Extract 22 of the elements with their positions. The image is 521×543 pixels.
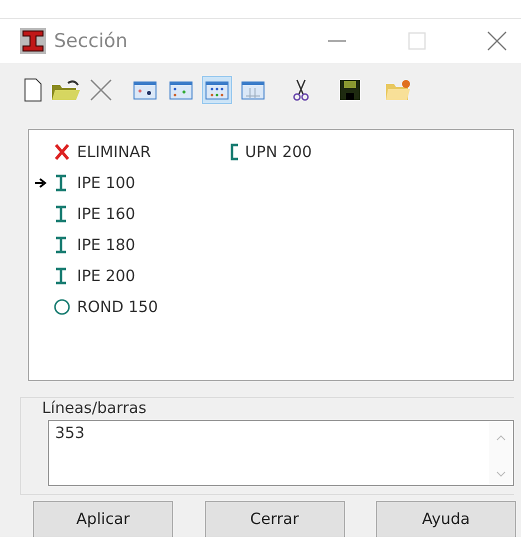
save-icon[interactable]	[338, 77, 362, 103]
channel-icon	[230, 142, 240, 160]
app-icon	[20, 28, 46, 54]
maximize-icon	[407, 31, 427, 51]
circle-icon	[53, 298, 71, 316]
close-icon[interactable]	[487, 31, 507, 51]
dialog-button[interactable]: Aplicar	[33, 501, 173, 537]
list-item[interactable]: ROND 150	[53, 298, 162, 316]
window-title: Sección	[54, 30, 129, 52]
list-item[interactable]: IPE 180	[53, 236, 140, 254]
list-item[interactable]: ELIMINAR	[53, 142, 155, 160]
folder-icon[interactable]	[384, 77, 412, 103]
dialog-button[interactable]: Ayuda	[376, 501, 516, 537]
list-item[interactable]: IPE 160	[53, 204, 140, 222]
cross-icon	[53, 142, 71, 160]
delete-icon[interactable]	[88, 77, 114, 103]
new-file-icon[interactable]	[22, 77, 44, 103]
list-item[interactable]: IPE 100	[53, 174, 140, 192]
list-item[interactable]: UPN 200	[230, 142, 316, 160]
view-mode-icon[interactable]	[202, 76, 232, 104]
dialog-button[interactable]: Cerrar	[204, 501, 344, 537]
list-item[interactable]: IPE 200	[53, 266, 140, 284]
